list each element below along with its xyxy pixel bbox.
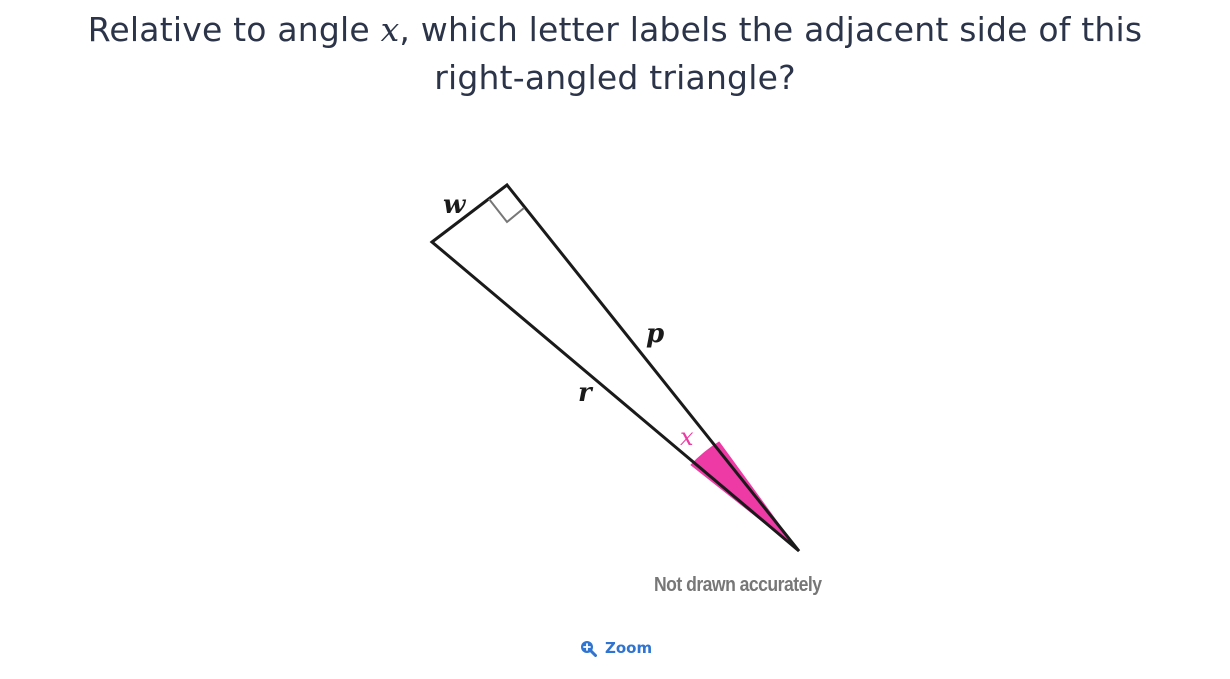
zoom-label: Zoom	[605, 639, 653, 657]
triangle-diagram: w p r x	[429, 182, 801, 553]
side-label-p: p	[646, 319, 664, 349]
not-drawn-accurately-note: Not drawn accurately	[654, 574, 822, 596]
side-label-w: w	[443, 190, 467, 220]
side-label-r: r	[578, 378, 594, 408]
zoom-in-icon	[580, 640, 597, 657]
right-angle-marker	[488, 198, 525, 224]
zoom-button[interactable]: Zoom	[580, 639, 652, 657]
angle-x-marker	[690, 441, 799, 551]
angle-label-x: x	[680, 423, 694, 451]
